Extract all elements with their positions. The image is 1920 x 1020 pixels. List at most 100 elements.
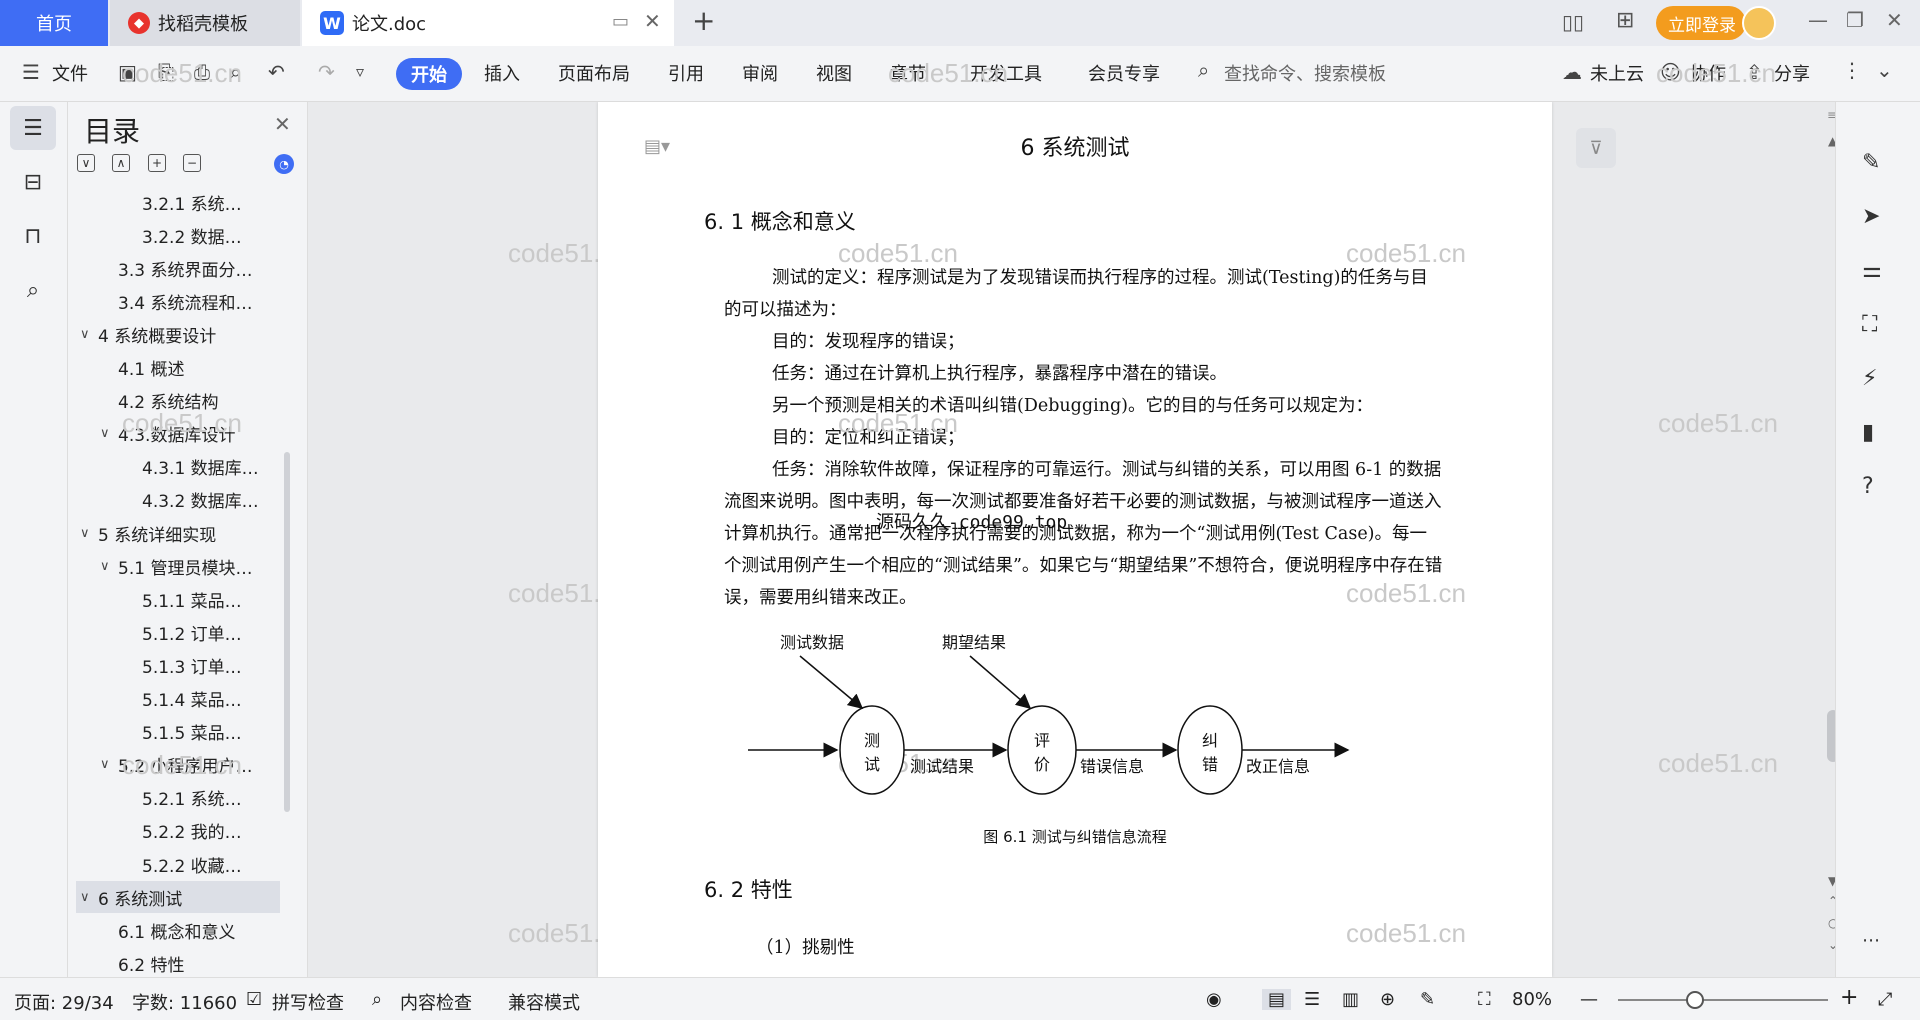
document-page[interactable]: ▤▾ 6 系统测试 6. 1 概念和意义 测试的定义：程序测试是为了发现错误而执… [598, 102, 1552, 977]
toc-caret-icon[interactable]: ∨ [100, 426, 112, 441]
toc-item[interactable]: 6.1 概念和意义 [68, 914, 290, 946]
word-count[interactable]: 字数: 11660 [132, 989, 237, 1015]
collapse-ribbon-icon[interactable]: ⌄ [1876, 58, 1893, 82]
toc-item[interactable]: 5.2.2 收藏… [68, 848, 290, 880]
toc-item[interactable]: 6.2 特性 [68, 947, 290, 977]
ai-icon[interactable]: ⚡ [1862, 366, 1877, 391]
toc-item[interactable]: ∨ 5 系统详细实现 [68, 517, 290, 549]
add-heading-icon[interactable]: + [148, 154, 166, 172]
toc-item[interactable]: 5.1.2 订单… [68, 616, 290, 648]
toc-item[interactable]: 3.3 系统界面分… [68, 252, 290, 284]
pointer-icon[interactable]: ➤ [1862, 204, 1880, 229]
toc-caret-icon[interactable]: ∨ [80, 890, 92, 905]
cloud-status[interactable]: 未上云 [1590, 60, 1644, 86]
outline-view-icon[interactable]: ☰ [1304, 989, 1320, 1010]
toc-caret-icon[interactable]: ∨ [80, 327, 92, 342]
tab-insert[interactable]: 插入 [484, 60, 520, 86]
menu-file[interactable]: 文件 [52, 60, 88, 86]
layout-toggle-icon[interactable]: ▯▯ [1562, 10, 1584, 34]
tab-member[interactable]: 会员专享 [1088, 60, 1160, 86]
close-window-icon[interactable]: ✕ [1886, 8, 1903, 32]
annotate-icon[interactable]: ✎ [1420, 989, 1435, 1010]
fullscreen-icon[interactable]: ⤢ [1878, 989, 1892, 1010]
left-rail: ☰ ⊟ ⊓ ⌕ [0, 102, 68, 977]
zoom-level[interactable]: 80% [1512, 989, 1552, 1010]
avatar[interactable] [1742, 6, 1776, 40]
toc-item[interactable]: ∨ 5.1 管理员模块… [68, 550, 290, 582]
node-test-label-2: 试 [864, 755, 880, 774]
remove-heading-icon[interactable]: − [183, 154, 201, 172]
toc-caret-icon[interactable]: ∨ [100, 757, 112, 772]
toc-item[interactable]: 5.1.3 订单… [68, 649, 290, 681]
collapse-all-icon[interactable]: ∨ [77, 154, 95, 172]
tab-start[interactable]: 开始 [396, 58, 462, 90]
eye-protection-icon[interactable]: ◉ [1206, 989, 1222, 1010]
help-icon[interactable]: ? [1862, 474, 1874, 499]
page-count[interactable]: 页面: 29/34 [14, 989, 114, 1015]
tab-review[interactable]: 审阅 [742, 60, 778, 86]
tab-doc[interactable]: W 论文.doc ▭ ✕ [302, 0, 674, 46]
share-button[interactable]: 分享 [1774, 60, 1810, 86]
minimize-icon[interactable]: — [1808, 8, 1828, 32]
zoom-slider-thumb[interactable] [1686, 991, 1704, 1009]
picture-icon[interactable]: ⛶ [1862, 312, 1877, 337]
watermark: code51.cn [122, 750, 242, 780]
tab-daoke[interactable]: ◆ 找稻壳模板 [110, 0, 300, 46]
fit-page-icon[interactable]: ⛶ [1478, 989, 1491, 1010]
close-tab-icon[interactable]: ✕ [644, 9, 661, 33]
toc-item[interactable]: 4.3.1 数据库… [68, 451, 290, 483]
tab-reference[interactable]: 引用 [668, 60, 704, 86]
toc-item[interactable]: 3.4 系统流程和… [68, 285, 290, 317]
bookmark-icon[interactable]: ⊓ [10, 214, 56, 258]
zoom-out-icon[interactable]: — [1580, 989, 1598, 1010]
more-horizontal-icon[interactable]: ⋯ [1862, 930, 1880, 951]
find-icon[interactable]: ⌕ [10, 268, 56, 312]
toc-item-label: 5.1.5 菜品… [142, 724, 242, 745]
reading-view-icon[interactable]: ▥ [1342, 989, 1359, 1010]
toc-item[interactable]: 3.2.1 系统… [68, 186, 290, 218]
toc-item[interactable]: 5.1.4 菜品… [68, 683, 290, 715]
monitor-icon[interactable]: ▭ [612, 11, 629, 32]
restore-icon[interactable]: ❐ [1846, 8, 1864, 32]
toc-item[interactable]: 5.1.5 菜品… [68, 716, 290, 748]
zoom-in-icon[interactable]: + [1840, 985, 1858, 1010]
book-icon[interactable]: ▮ [1862, 420, 1874, 445]
outline-icon[interactable]: ⊟ [10, 160, 56, 204]
toc-item[interactable]: ∨ 4 系统概要设计 [68, 318, 290, 350]
more-icon[interactable]: ⋮ [1842, 58, 1862, 82]
toc-caret-icon[interactable]: ∨ [100, 559, 112, 574]
toc-panel-icon[interactable]: ☰ [10, 106, 56, 150]
login-button[interactable]: 立即登录 [1656, 6, 1746, 40]
undo-icon[interactable]: ↶ [268, 60, 285, 84]
spell-check-button[interactable]: 拼写检查 [272, 989, 344, 1015]
pen-icon[interactable]: ✎ [1862, 150, 1880, 175]
toc-item[interactable]: ∨ 6 系统测试 [76, 881, 280, 914]
new-tab-button[interactable]: + [692, 4, 715, 37]
web-view-icon[interactable]: ⊕ [1380, 989, 1395, 1010]
content-check-button[interactable]: 内容检查 [400, 989, 472, 1015]
toc-item[interactable]: 5.2.1 系统… [68, 782, 290, 814]
command-search-input[interactable]: 查找命令、搜索模板 [1224, 60, 1386, 86]
zoom-slider[interactable] [1618, 999, 1828, 1001]
close-toc-icon[interactable]: ✕ [274, 112, 291, 136]
tab-view[interactable]: 视图 [816, 60, 852, 86]
tab-layout[interactable]: 页面布局 [558, 60, 630, 86]
toc-item[interactable]: 3.2.2 数据… [68, 219, 290, 251]
tab-home[interactable]: 首页 [0, 0, 108, 46]
tab-home-label: 首页 [36, 14, 72, 35]
toc-item[interactable]: 5.2.2 我的… [68, 815, 290, 847]
toc-item[interactable]: 5.1.1 菜品… [68, 583, 290, 615]
adjust-icon[interactable]: ⚌ [1862, 258, 1882, 283]
smart-toc-icon[interactable]: ◔ [274, 154, 294, 174]
quick-access-dropdown-icon[interactable]: ▿ [356, 62, 364, 81]
toc-item[interactable]: 4.1 概述 [68, 352, 290, 384]
page-view-icon[interactable]: ▤ [1262, 989, 1292, 1010]
redo-icon[interactable]: ↷ [318, 60, 335, 84]
toc-caret-icon[interactable]: ∨ [80, 526, 92, 541]
toc-scrollbar[interactable] [284, 452, 290, 812]
grid-apps-icon[interactable]: ⊞ [1616, 8, 1634, 33]
toc-item[interactable]: 4.3.2 数据库… [68, 484, 290, 516]
expand-up-icon[interactable]: ∧ [112, 154, 130, 172]
page-nav-icon[interactable]: ⊽ [1576, 128, 1616, 168]
menu-icon[interactable]: ☰ [22, 60, 40, 84]
